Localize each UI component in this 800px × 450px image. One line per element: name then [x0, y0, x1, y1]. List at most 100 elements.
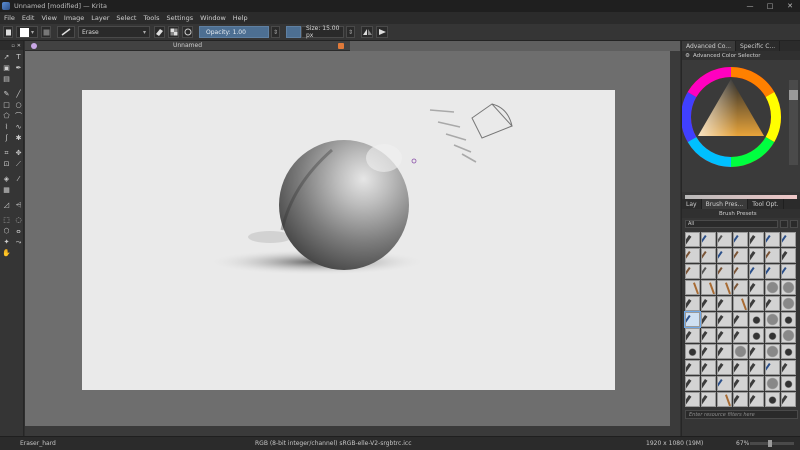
menu-tools[interactable]: Tools	[143, 14, 159, 22]
reload-preset-button[interactable]	[182, 26, 193, 38]
tag-add-button[interactable]	[780, 220, 788, 228]
measure-tool-icon[interactable]: ⟋	[13, 159, 24, 169]
brush-preset-item[interactable]	[765, 296, 780, 311]
brush-preset-item[interactable]	[701, 392, 716, 407]
brush-preset-item[interactable]	[685, 296, 700, 311]
menu-image[interactable]: Image	[64, 14, 84, 22]
brush-preset-item[interactable]	[685, 248, 700, 263]
gradient-tool-icon[interactable]: ▦	[1, 185, 12, 195]
new-document-button[interactable]	[3, 26, 13, 38]
brush-preset-item[interactable]	[781, 392, 796, 407]
menu-edit[interactable]: Edit	[22, 14, 35, 22]
mirror-horizontal-button[interactable]	[361, 26, 373, 38]
brush-preset-item[interactable]	[781, 296, 796, 311]
vertical-scrollbar[interactable]	[670, 51, 680, 426]
calligraphy-tool-icon[interactable]: ✒	[13, 63, 24, 73]
brush-preset-item[interactable]	[701, 312, 716, 327]
brush-preset-item[interactable]	[701, 360, 716, 375]
menu-file[interactable]: File	[4, 14, 15, 22]
contiguous-selection-tool-icon[interactable]: ✦	[1, 237, 12, 247]
fill-gradient-button[interactable]	[41, 26, 51, 38]
brush-preset-item[interactable]	[749, 296, 764, 311]
brush-preset-item[interactable]	[717, 328, 732, 343]
brush-preset-item[interactable]	[685, 280, 700, 295]
brush-preset-item[interactable]	[717, 264, 732, 279]
settings-icon[interactable]: ⚙	[685, 53, 690, 59]
bezier-tool-icon[interactable]: ⌇	[1, 122, 12, 132]
brush-preset-item[interactable]	[765, 328, 780, 343]
size-slider-fill[interactable]	[286, 26, 301, 38]
edit-shapes-tool-icon[interactable]: ▣	[1, 63, 12, 73]
brush-preset-item[interactable]	[717, 312, 732, 327]
brush-preset-item[interactable]	[781, 376, 796, 391]
brush-preset-item[interactable]	[717, 392, 732, 407]
crop-tool-icon[interactable]: ⌗	[1, 148, 12, 158]
tab-brush-presets[interactable]: Brush Pres...	[701, 199, 749, 209]
eraser-mode-button[interactable]	[154, 26, 165, 38]
ellipse-tool-icon[interactable]: ○	[13, 100, 24, 110]
float-docker-icon[interactable]: ▫	[11, 43, 14, 49]
fill-tool-icon[interactable]: ◈	[1, 174, 12, 184]
brush-preset-item[interactable]	[781, 264, 796, 279]
dynamic-brush-tool-icon[interactable]: ʃ	[1, 133, 12, 143]
mirror-vertical-button[interactable]	[376, 26, 388, 38]
brush-preset-button[interactable]	[57, 26, 75, 38]
size-stepper[interactable]: ⇕	[346, 26, 355, 38]
menu-layer[interactable]: Layer	[91, 14, 109, 22]
brush-preset-item[interactable]	[717, 248, 732, 263]
brush-preset-item[interactable]	[701, 248, 716, 263]
brush-preset-item[interactable]	[749, 344, 764, 359]
brush-preset-item[interactable]	[685, 344, 700, 359]
assistant-tool-icon[interactable]: ◿	[1, 200, 12, 210]
tag-filter-select[interactable]: All	[685, 220, 778, 228]
blend-mode-select[interactable]: Erase ▾	[78, 26, 150, 38]
drawing-canvas[interactable]	[82, 90, 615, 390]
brush-preset-item[interactable]	[749, 264, 764, 279]
brush-preset-item[interactable]	[749, 392, 764, 407]
size-slider[interactable]: Size: 15.00 px	[301, 25, 344, 39]
tab-specific-color[interactable]: Specific C...	[736, 41, 781, 51]
brush-preset-item[interactable]	[685, 264, 700, 279]
brush-preset-item[interactable]	[733, 296, 748, 311]
polyline-tool-icon[interactable]: ⌒	[13, 111, 24, 121]
freehand-selection-tool-icon[interactable]: ⴰ	[13, 226, 24, 236]
brush-preset-item[interactable]	[733, 264, 748, 279]
freehand-brush-tool-icon[interactable]: ✎	[1, 89, 12, 99]
brush-preset-item[interactable]	[733, 280, 748, 295]
brush-preset-item[interactable]	[685, 328, 700, 343]
brush-preset-item[interactable]	[733, 248, 748, 263]
rectangle-tool-icon[interactable]: □	[1, 100, 12, 110]
brush-preset-item[interactable]	[749, 232, 764, 247]
rectangular-selection-tool-icon[interactable]: ⬚	[1, 215, 12, 225]
advanced-color-selector[interactable]	[681, 60, 800, 206]
brush-preset-item[interactable]	[781, 328, 796, 343]
brush-preset-item[interactable]	[701, 344, 716, 359]
brush-preset-item[interactable]	[765, 392, 780, 407]
close-tab-icon[interactable]	[338, 43, 344, 49]
hue-triangle-selector[interactable]	[681, 60, 800, 192]
brush-preset-item[interactable]	[733, 344, 748, 359]
brush-search-input[interactable]: Enter resource filters here	[685, 410, 798, 419]
brush-preset-item[interactable]	[701, 376, 716, 391]
minimize-button[interactable]: —	[744, 1, 756, 11]
menu-view[interactable]: View	[41, 14, 56, 22]
tab-layers[interactable]: Lay	[682, 199, 702, 209]
brush-preset-item[interactable]	[749, 280, 764, 295]
line-tool-icon[interactable]: ╱	[13, 89, 24, 99]
brush-preset-item[interactable]	[749, 376, 764, 391]
pan-tool-icon[interactable]: ✋	[1, 248, 12, 258]
close-docker-icon[interactable]: ✕	[17, 43, 21, 49]
brush-preset-item[interactable]	[781, 248, 796, 263]
brush-preset-item[interactable]	[685, 360, 700, 375]
brush-preset-item[interactable]	[685, 376, 700, 391]
polygon-tool-icon[interactable]: ⬠	[1, 111, 12, 121]
brush-preset-item[interactable]	[701, 264, 716, 279]
brush-preset-item[interactable]	[749, 328, 764, 343]
brush-preset-item[interactable]	[765, 232, 780, 247]
brush-preset-item[interactable]	[733, 328, 748, 343]
brush-preset-item[interactable]	[749, 360, 764, 375]
transform-tool-icon[interactable]: ⊡	[1, 159, 12, 169]
opacity-stepper[interactable]: ⇕	[271, 26, 280, 38]
polygonal-selection-tool-icon[interactable]: ⬡	[1, 226, 12, 236]
maximize-button[interactable]: □	[764, 1, 776, 11]
